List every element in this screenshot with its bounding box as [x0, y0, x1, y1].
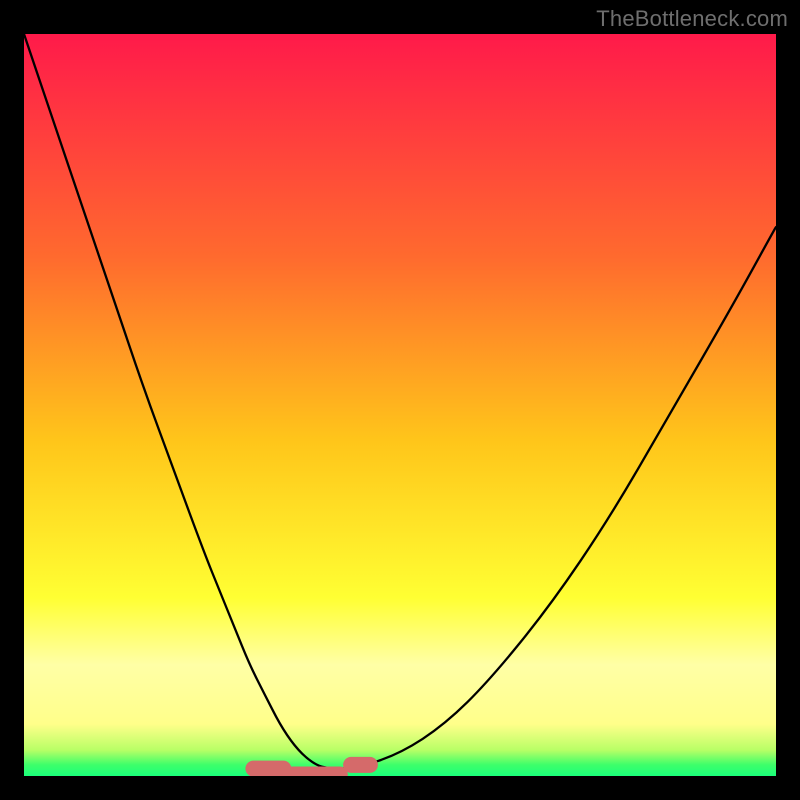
watermark-text: TheBottleneck.com	[596, 6, 788, 32]
bottleneck-chart	[24, 34, 776, 776]
gradient-background	[24, 34, 776, 776]
plot-area-wrapper	[24, 34, 776, 776]
chart-stage: TheBottleneck.com	[0, 0, 800, 800]
